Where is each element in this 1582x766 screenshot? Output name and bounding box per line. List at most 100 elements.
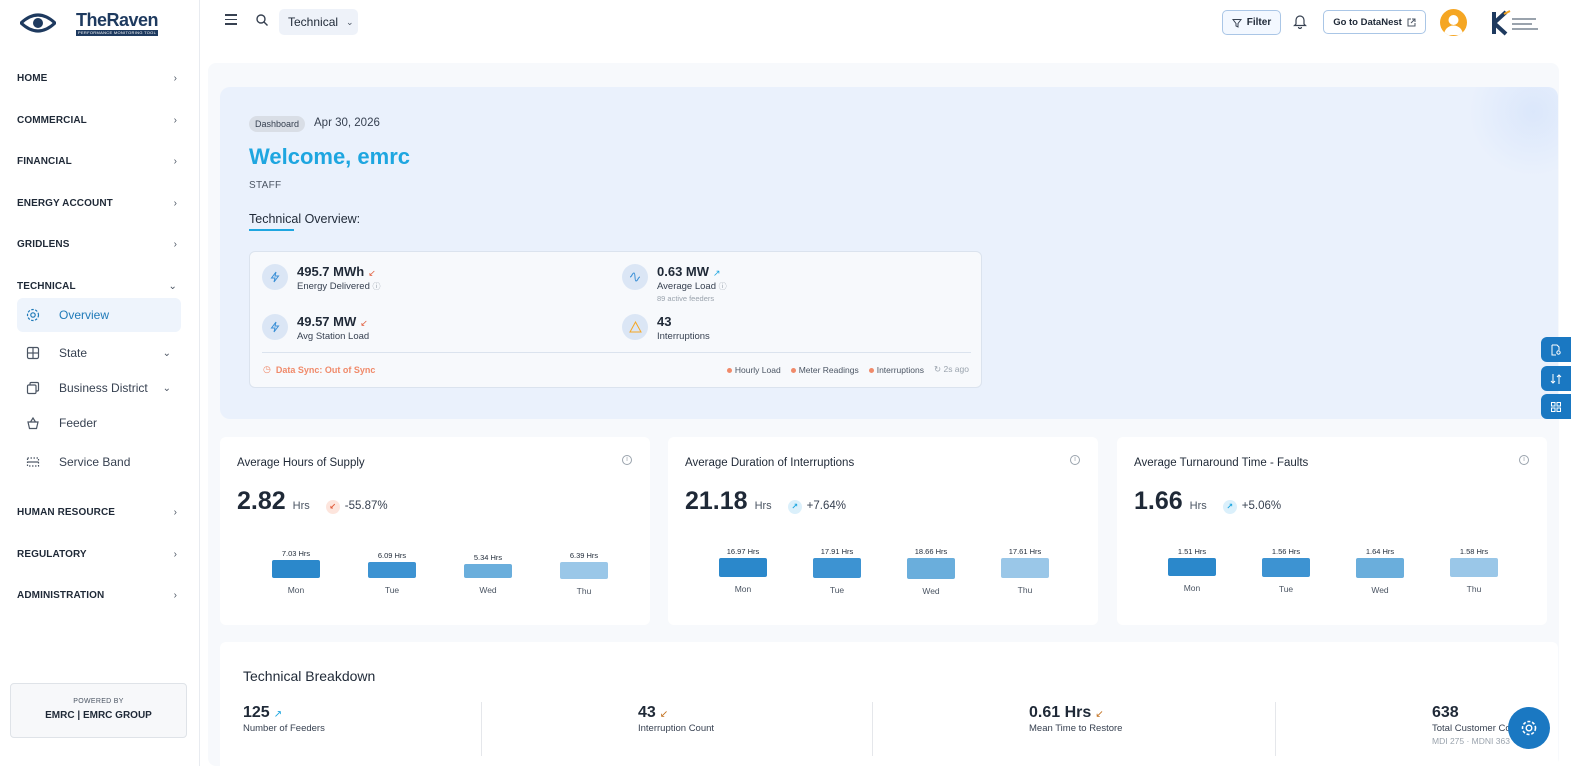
- bar-label: 6.09 Hrs: [377, 551, 407, 560]
- bar-label: 16.97 Hrs: [726, 547, 760, 556]
- bell-icon[interactable]: [1293, 13, 1307, 29]
- kpi-label: Interruptions: [657, 331, 710, 342]
- arrow-down-left-icon: ↙: [360, 318, 368, 328]
- sidebar-subitem-state[interactable]: State ⌄: [17, 336, 181, 370]
- breakdown-title: Technical Breakdown: [243, 668, 376, 684]
- sidebar-item-financial[interactable]: FINANCIAL ›: [17, 151, 177, 171]
- chevron-right-icon: ›: [173, 506, 177, 518]
- arrow-down-left-icon: ↙: [325, 499, 340, 514]
- bar-tue[interactable]: 1.56 Hrs Tue: [1262, 547, 1310, 594]
- settings-fab-button[interactable]: [1508, 707, 1550, 749]
- breadcrumb[interactable]: Dashboard: [249, 116, 306, 132]
- overview-title: Technical Overview:: [249, 212, 361, 226]
- info-icon[interactable]: i: [622, 455, 632, 465]
- divider: [481, 702, 482, 756]
- powered-by: POWERED BY EMRC | EMRC GROUP: [10, 683, 187, 738]
- bar-label: 6.39 Hrs: [569, 551, 599, 560]
- sidebar-item-commercial[interactable]: COMMERCIAL ›: [17, 110, 177, 130]
- info-icon[interactable]: i: [1070, 455, 1080, 465]
- metric-unit: Hrs: [1189, 500, 1207, 512]
- side-action-apps-button[interactable]: [1541, 394, 1571, 419]
- swap-icon: [1550, 373, 1562, 384]
- bar-mon[interactable]: 16.97 Hrs Mon: [719, 547, 767, 594]
- bar-day: Wed: [922, 586, 940, 596]
- sidebar-item-label: FINANCIAL: [17, 155, 72, 167]
- filter-button[interactable]: Filter: [1222, 10, 1281, 35]
- sidebar-item-gridlens[interactable]: GRIDLENS ›: [17, 234, 177, 254]
- search-icon[interactable]: [255, 13, 269, 27]
- chevron-down-icon: ⌄: [346, 16, 354, 27]
- bar: [1001, 558, 1049, 578]
- go-to-datanest-button[interactable]: Go to DataNest: [1323, 10, 1426, 34]
- breakdown-mean-time-to-restore[interactable]: 0.61 Hrs ↙ Mean Time to Restore: [1029, 704, 1122, 734]
- sidebar-item-label: ADMINISTRATION: [17, 589, 105, 601]
- bar-mon[interactable]: 1.51 Hrs Mon: [1168, 547, 1216, 593]
- bar-label: 17.91 Hrs: [820, 547, 854, 556]
- arrow-up-right-icon: ↗: [1222, 499, 1237, 514]
- legend-label: Meter Readings: [798, 364, 859, 375]
- bar-day: Mon: [1183, 583, 1201, 593]
- data-sync-status: ◷ Data Sync: Out of Sync: [263, 364, 375, 375]
- metric-change: +7.64%: [806, 500, 846, 512]
- avatar[interactable]: [1440, 9, 1467, 36]
- bar-wed[interactable]: 1.64 Hrs Wed: [1356, 547, 1404, 595]
- kpi-label: Average Load: [657, 281, 716, 292]
- bar-thu[interactable]: 1.58 Hrs Thu: [1450, 547, 1498, 594]
- sidebar-item-technical[interactable]: TECHNICAL ⌄: [17, 276, 177, 296]
- sidebar-item-energy-account[interactable]: ENERGY ACCOUNT ›: [17, 193, 177, 213]
- sidebar-item-human-resource[interactable]: HUMAN RESOURCE ›: [17, 502, 177, 522]
- bar-thu[interactable]: 17.61 Hrs Thu: [1001, 547, 1049, 595]
- legend-meter-readings: Meter Readings: [790, 364, 859, 375]
- bar-wed[interactable]: 18.66 Hrs Wed: [907, 547, 955, 596]
- last-sync[interactable]: ↻ 2s ago: [934, 364, 969, 375]
- sync-legend: Hourly Load Meter Readings Interruptions…: [726, 364, 969, 375]
- sidebar-subitem-feeder[interactable]: Feeder: [17, 406, 181, 440]
- arrow-down-left-icon: ↙: [1095, 709, 1104, 720]
- sidebar-subitem-business-district[interactable]: Business District ⌄: [17, 371, 181, 405]
- datanest-label: Go to DataNest: [1333, 16, 1402, 28]
- legend-interruptions: Interruptions: [868, 365, 924, 375]
- breakdown-label: Number of Feeders: [243, 723, 325, 734]
- technical-breakdown: Technical Breakdown 125 ↗ Number of Feede…: [220, 642, 1558, 766]
- bar-wed[interactable]: 5.34 Hrs Wed: [464, 553, 512, 595]
- side-action-swap-button[interactable]: [1541, 366, 1571, 391]
- sidebar-subitem-service-band[interactable]: Service Band: [17, 445, 181, 479]
- bar-day: Wed: [479, 585, 497, 595]
- sidebar-item-administration[interactable]: ADMINISTRATION ›: [17, 585, 177, 605]
- side-action-document-button[interactable]: [1541, 337, 1571, 362]
- bar: [272, 560, 320, 578]
- bar-mon[interactable]: 7.03 Hrs Mon: [272, 549, 320, 595]
- legend-hourly-load: Hourly Load: [726, 365, 781, 375]
- breakdown-interruption-count[interactable]: 43 ↙ Interruption Count: [638, 704, 714, 734]
- basket-icon: [25, 415, 41, 431]
- metric-card-title: Average Turnaround Time - Faults: [1134, 457, 1309, 469]
- module-select-value: Technical: [288, 15, 339, 29]
- apps-grid-icon: [1551, 401, 1561, 412]
- sidebar-item-home[interactable]: HOME ›: [17, 68, 177, 88]
- sidebar-subitem-overview[interactable]: Overview: [17, 298, 181, 332]
- grid-icon: [25, 345, 41, 361]
- kpi-card: 495.7 MWh ↙ Energy Delivered ⓘ 0.63 MW ↗ A…: [249, 251, 982, 388]
- metric-value: 2.82: [237, 487, 286, 515]
- sidebar-item-regulatory[interactable]: REGULATORY ›: [17, 544, 177, 564]
- bar-tue[interactable]: 6.09 Hrs Tue: [368, 551, 416, 595]
- bar-tue[interactable]: 17.91 Hrs Tue: [813, 547, 861, 595]
- user-role: STAFF: [249, 180, 282, 191]
- module-select[interactable]: Technical ⌄: [279, 9, 358, 35]
- app-subtitle: PERFORMANCE MONITORING TOOL: [76, 29, 159, 36]
- bar-thu[interactable]: 6.39 Hrs Thu: [560, 551, 608, 596]
- filter-label: Filter: [1246, 17, 1272, 28]
- sidebar-subitem-label: Feeder: [59, 416, 98, 430]
- info-icon[interactable]: i: [1519, 455, 1529, 465]
- info-icon[interactable]: ⓘ: [373, 282, 381, 291]
- welcome-title: Welcome, emrc: [249, 144, 411, 169]
- breakdown-number-of-feeders[interactable]: 125 ↗ Number of Feeders: [243, 704, 325, 734]
- sidebar-item-label: TECHNICAL: [17, 280, 76, 292]
- data-sync-label: Data Sync: Out of Sync: [275, 364, 376, 375]
- bar: [1356, 558, 1404, 578]
- app-logo[interactable]: TheRaven PERFORMANCE MONITORING TOOL: [20, 10, 159, 36]
- bar-label: 7.03 Hrs: [281, 549, 311, 558]
- divider: [1275, 702, 1276, 756]
- info-icon[interactable]: ⓘ: [719, 282, 727, 291]
- menu-icon[interactable]: [225, 14, 237, 25]
